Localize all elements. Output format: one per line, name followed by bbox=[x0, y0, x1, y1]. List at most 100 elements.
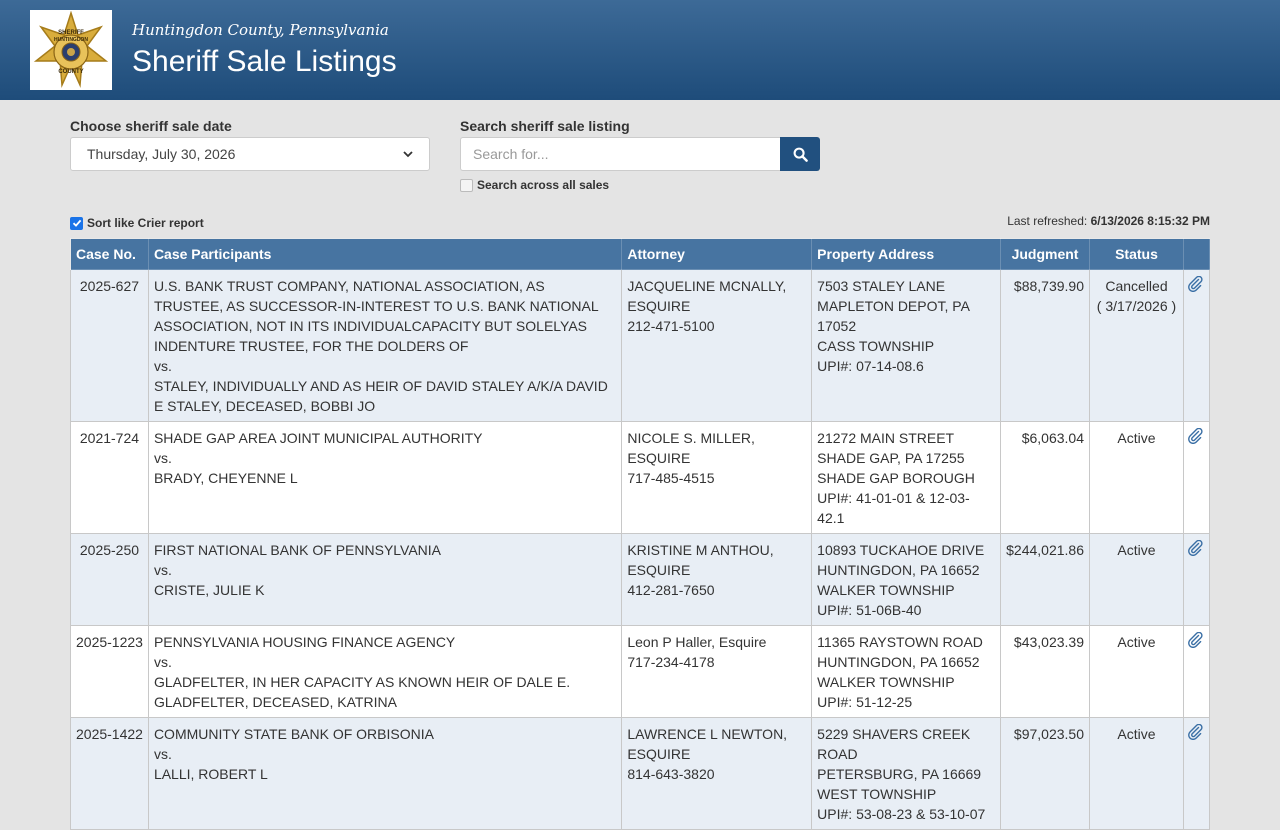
attachment-cell bbox=[1182, 269, 1211, 422]
search-label: Search sheriff sale listing bbox=[460, 118, 630, 134]
sale-date-select[interactable]: Thursday, July 30, 2026 bbox=[70, 137, 430, 171]
paperclip-icon[interactable] bbox=[1188, 427, 1204, 445]
refreshed-value: 6/13/2026 8:15:32 PM bbox=[1090, 214, 1210, 228]
address-line: MAPLETON DEPOT, PA 17052 bbox=[817, 298, 970, 334]
county-name: Huntingdon County, Pennsylvania bbox=[132, 21, 389, 39]
participant-line: GLADFELTER, IN HER CAPACITY AS KNOWN HEI… bbox=[153, 674, 571, 710]
participant-line: LALLI, ROBERT L bbox=[153, 766, 268, 782]
search-group: Search sheriff sale listing Search for..… bbox=[460, 118, 820, 171]
table-row: 2025-1422 COMMUNITY STATE BANK OF ORBISON… bbox=[70, 717, 1211, 830]
attorney-line: LAWRENCE L NEWTON, ESQUIRE bbox=[627, 726, 788, 762]
date-group: Choose sheriff sale date bbox=[70, 118, 232, 134]
address-line: 21272 MAIN STREET bbox=[817, 430, 955, 446]
address-line: WALKER TOWNSHIP bbox=[817, 674, 955, 690]
attorney-line: 717-485-4515 bbox=[627, 470, 715, 486]
case-number-cell: 2025-1422 bbox=[70, 717, 149, 830]
address-line: UPI#: 07-14-08.6 bbox=[817, 358, 924, 374]
attorney-cell: KRISTINE M ANTHOU, ESQUIRE 412-281-7650 bbox=[621, 533, 813, 626]
search-all-checkbox[interactable] bbox=[460, 178, 473, 192]
participant-line: vs. bbox=[153, 358, 172, 374]
judgment-cell: $88,739.90 bbox=[1000, 269, 1090, 422]
paperclip-icon[interactable] bbox=[1188, 631, 1204, 649]
status-line: Active bbox=[1117, 430, 1156, 446]
participant-line: vs. bbox=[153, 450, 172, 466]
refreshed-label: Last refreshed: bbox=[1007, 214, 1088, 228]
participant-line: COMMUNITY STATE BANK OF ORBISONIA bbox=[153, 726, 434, 742]
attachment-cell bbox=[1182, 625, 1211, 718]
address-line: WEST TOWNSHIP bbox=[817, 786, 937, 802]
sort-crier-checkbox[interactable] bbox=[70, 216, 83, 230]
participant-line: vs. bbox=[153, 562, 172, 578]
attachment-cell bbox=[1182, 421, 1211, 534]
sort-crier-toggle[interactable]: Sort like Crier report bbox=[70, 216, 204, 230]
table-body: 2025-627 U.S. BANK TRUST COMPANY, NATIONA… bbox=[70, 269, 1211, 830]
checkmark-icon bbox=[72, 219, 81, 227]
status-line: Active bbox=[1117, 542, 1156, 558]
participant-line: BRADY, CHEYENNE L bbox=[153, 470, 298, 486]
status-line: Active bbox=[1117, 634, 1156, 650]
participant-line: PENNSYLVANIA HOUSING FINANCE AGENCY bbox=[153, 634, 456, 650]
search-input[interactable]: Search for... bbox=[460, 137, 780, 171]
last-refreshed: Last refreshed: 6/13/2026 8:15:32 PM bbox=[1007, 214, 1210, 228]
status-line: ( 3/17/2026 ) bbox=[1096, 298, 1177, 314]
status-cell: Active bbox=[1089, 533, 1184, 626]
search-button[interactable] bbox=[780, 137, 820, 171]
paperclip-icon[interactable] bbox=[1188, 275, 1204, 293]
col-case-no[interactable]: Case No. bbox=[70, 238, 149, 270]
search-all-label: Search across all sales bbox=[477, 178, 610, 192]
attorney-line: 717-234-4178 bbox=[627, 654, 715, 670]
sale-date-value: Thursday, July 30, 2026 bbox=[87, 146, 236, 162]
address-line: UPI#: 51-12-25 bbox=[817, 694, 913, 710]
address-line: CASS TOWNSHIP bbox=[817, 338, 935, 354]
address-line: 10893 TUCKAHOE DRIVE bbox=[817, 542, 985, 558]
participants-cell: PENNSYLVANIA HOUSING FINANCE AGENCY vs. GL… bbox=[147, 625, 623, 718]
logo-text-mid: HUNTINGDON bbox=[54, 37, 88, 43]
paperclip-icon[interactable] bbox=[1188, 723, 1204, 741]
table-row: 2025-250 FIRST NATIONAL BANK OF PENNSYLVA… bbox=[70, 533, 1211, 626]
participant-line: FIRST NATIONAL BANK OF PENNSYLVANIA bbox=[153, 542, 441, 558]
page-header: SHERIFF HUNTINGDON COUNTY Huntingdon Cou… bbox=[0, 0, 1280, 100]
attachment-cell bbox=[1182, 533, 1211, 626]
address-line: HUNTINGDON, PA 16652 bbox=[817, 654, 980, 670]
sheriff-badge-logo: SHERIFF HUNTINGDON COUNTY bbox=[30, 10, 112, 90]
table-row: 2025-1223 PENNSYLVANIA HOUSING FINANCE AG… bbox=[70, 625, 1211, 718]
judgment-cell: $43,023.39 bbox=[1000, 625, 1090, 718]
search-icon bbox=[793, 147, 808, 162]
address-cell: 11365 RAYSTOWN ROAD HUNTINGDON, PA 16652 W… bbox=[811, 625, 1002, 718]
filter-controls: Choose sheriff sale date Thursday, July … bbox=[70, 118, 1210, 230]
sheriff-sale-table: Case No. Case Participants Attorney Prop… bbox=[70, 238, 1211, 830]
attorney-cell: JACQUELINE MCNALLY, ESQUIRE 212-471-5100 bbox=[621, 269, 813, 422]
attachment-cell bbox=[1182, 717, 1211, 830]
participant-line: STALEY, INDIVIDUALLY AND AS HEIR OF DAVI… bbox=[153, 378, 608, 414]
judgment-cell: $244,021.86 bbox=[1000, 533, 1090, 626]
attorney-line: 212-471-5100 bbox=[627, 318, 715, 334]
case-number-cell: 2025-1223 bbox=[70, 625, 149, 718]
address-line: 7503 STALEY LANE bbox=[817, 278, 946, 294]
address-line: UPI#: 53-08-23 & 53-10-07 bbox=[817, 806, 986, 822]
participant-line: U.S. BANK TRUST COMPANY, NATIONAL ASSOCI… bbox=[153, 278, 599, 354]
col-address[interactable]: Property Address bbox=[811, 238, 1002, 270]
address-cell: 5229 SHAVERS CREEK ROAD PETERSBURG, PA 16… bbox=[811, 717, 1002, 830]
address-line: SHADE GAP, PA 17255 bbox=[817, 450, 965, 466]
address-line: UPI#: 51-06B-40 bbox=[817, 602, 922, 618]
paperclip-icon[interactable] bbox=[1188, 539, 1204, 557]
address-cell: 10893 TUCKAHOE DRIVE HUNTINGDON, PA 16652… bbox=[811, 533, 1002, 626]
table-header-row: Case No. Case Participants Attorney Prop… bbox=[70, 238, 1211, 270]
search-placeholder: Search for... bbox=[473, 146, 549, 162]
page-title: Sheriff Sale Listings bbox=[132, 45, 397, 78]
case-number-cell: 2021-724 bbox=[70, 421, 149, 534]
col-status[interactable]: Status bbox=[1089, 238, 1184, 270]
date-label: Choose sheriff sale date bbox=[70, 118, 232, 134]
chevron-down-icon bbox=[403, 151, 413, 158]
search-all-sales-toggle[interactable]: Search across all sales bbox=[460, 178, 609, 192]
col-participants[interactable]: Case Participants bbox=[147, 238, 623, 270]
attorney-cell: Leon P Haller, Esquire 717-234-4178 bbox=[621, 625, 813, 718]
logo-text-top: SHERIFF bbox=[58, 30, 84, 36]
attorney-line: Leon P Haller, Esquire bbox=[627, 634, 767, 650]
col-attorney[interactable]: Attorney bbox=[621, 238, 813, 270]
participants-cell: COMMUNITY STATE BANK OF ORBISONIA vs. LALL… bbox=[147, 717, 623, 830]
col-judgment[interactable]: Judgment bbox=[1000, 238, 1090, 270]
address-cell: 21272 MAIN STREET SHADE GAP, PA 17255 SHAD… bbox=[811, 421, 1002, 534]
status-line: Active bbox=[1117, 726, 1156, 742]
participants-cell: SHADE GAP AREA JOINT MUNICIPAL AUTHORITY… bbox=[147, 421, 623, 534]
